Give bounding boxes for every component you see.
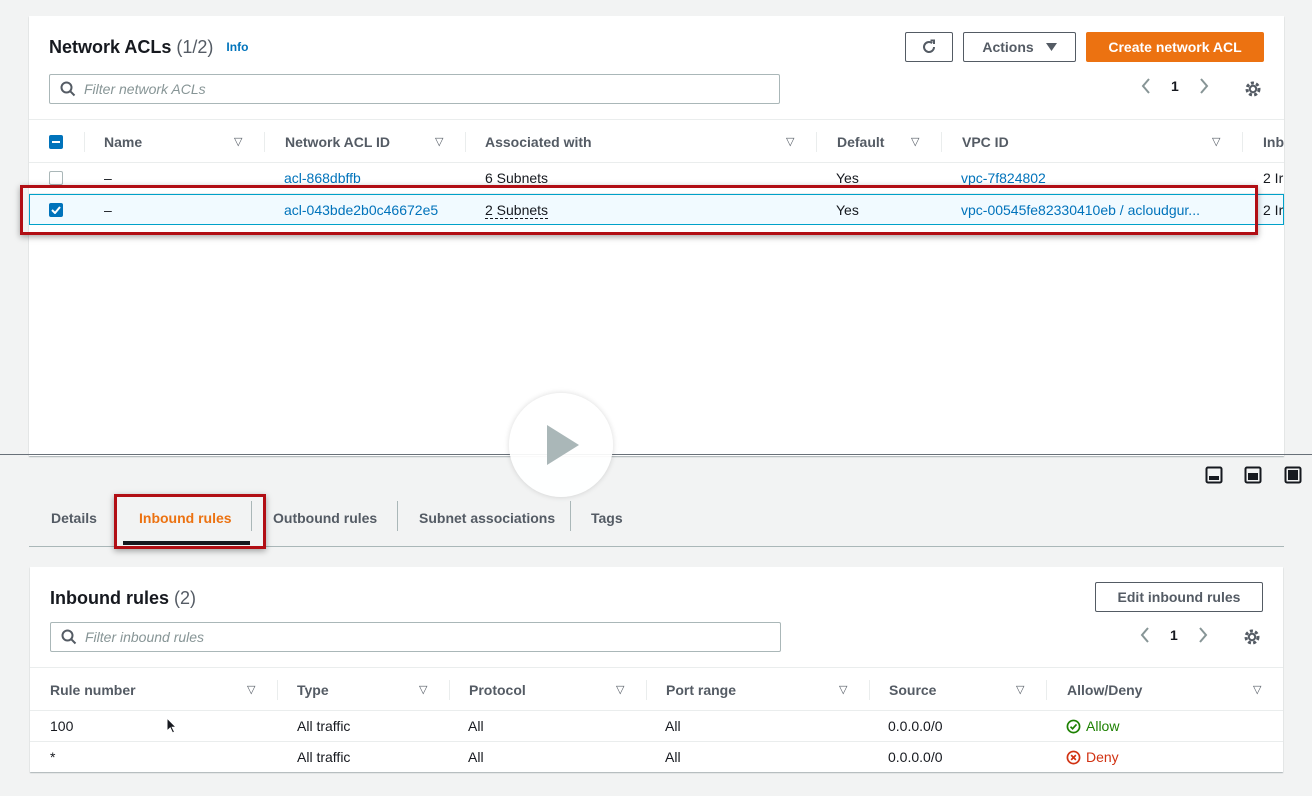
sort-icon[interactable]: ▽ — [1212, 120, 1220, 163]
col-allow-deny[interactable]: Allow/Deny — [1067, 668, 1142, 711]
acl-search-input[interactable]: Filter network ACLs — [49, 74, 780, 104]
rule-protocol: All — [468, 749, 484, 765]
col-port-range[interactable]: Port range — [666, 668, 736, 711]
rule-port-range: All — [665, 749, 681, 765]
row-inbound: 2 Ir — [1263, 170, 1284, 186]
tab-highlight-box — [114, 494, 266, 549]
inbound-title-text: Inbound rules — [50, 588, 169, 608]
rule-allow-deny: Allow — [1066, 711, 1119, 741]
col-associated[interactable]: Associated with — [485, 120, 592, 163]
deny-icon — [1066, 750, 1081, 764]
tab-outbound-rules[interactable]: Outbound rules — [273, 495, 377, 540]
rule-number: 100 — [50, 718, 74, 734]
page-number[interactable]: 1 — [1171, 78, 1179, 94]
sort-icon[interactable]: ▽ — [1253, 668, 1261, 711]
search-icon — [60, 81, 76, 97]
title-text: Network ACLs — [49, 37, 172, 57]
select-all-checkbox[interactable] — [49, 120, 63, 163]
panel-half-icon[interactable] — [1244, 466, 1262, 484]
network-acls-panel: Network ACLs (1/2) Info Actions Create n… — [29, 16, 1284, 456]
select-all-indeterminate — [49, 134, 63, 149]
table-row: * All traffic All All 0.0.0.0/0 Deny — [30, 742, 1283, 772]
col-vpc-id[interactable]: VPC ID — [962, 120, 1009, 163]
sort-icon[interactable]: ▽ — [616, 668, 624, 711]
actions-button[interactable]: Actions — [963, 32, 1076, 62]
rule-port-range: All — [665, 718, 681, 734]
col-protocol[interactable]: Protocol — [469, 668, 526, 711]
inbound-rules-table: Rule number ▽ Type ▽ Protocol ▽ Port ran… — [30, 667, 1283, 772]
sort-icon[interactable]: ▽ — [1016, 668, 1024, 711]
selection-count: (1/2) — [176, 37, 214, 57]
sort-icon[interactable]: ▽ — [247, 668, 255, 711]
create-network-acl-button[interactable]: Create network ACL — [1086, 32, 1264, 62]
inbound-rules-panel: Inbound rules (2) Edit inbound rules Fil… — [30, 567, 1283, 772]
rule-protocol: All — [468, 718, 484, 734]
panel-bottom-icon[interactable] — [1205, 466, 1223, 484]
pagination: 1 — [1141, 78, 1209, 94]
tab-subnet-associations[interactable]: Subnet associations — [419, 495, 555, 540]
sort-icon[interactable]: ▽ — [786, 120, 794, 163]
acl-search-placeholder: Filter network ACLs — [84, 81, 206, 97]
sort-icon[interactable]: ▽ — [911, 120, 919, 163]
chevron-right-icon[interactable] — [1199, 78, 1209, 94]
col-name[interactable]: Name — [104, 120, 142, 163]
split-panel-divider[interactable] — [0, 454, 1312, 455]
search-icon — [61, 629, 77, 645]
chevron-left-icon[interactable] — [1140, 627, 1150, 643]
rule-number: * — [50, 749, 56, 765]
sort-icon[interactable]: ▽ — [435, 120, 443, 163]
edit-inbound-rules-button[interactable]: Edit inbound rules — [1095, 582, 1263, 612]
sort-icon[interactable]: ▽ — [839, 668, 847, 711]
col-default[interactable]: Default — [837, 120, 884, 163]
refresh-icon — [923, 39, 935, 53]
inbound-title: Inbound rules (2) — [50, 588, 196, 609]
rule-source: 0.0.0.0/0 — [888, 749, 943, 765]
sort-icon[interactable]: ▽ — [234, 120, 242, 163]
row-highlight-box — [20, 185, 1258, 235]
info-link[interactable]: Info — [226, 40, 248, 54]
tab-details[interactable]: Details — [51, 495, 97, 540]
allow-label: Allow — [1086, 718, 1120, 734]
caret-down-icon — [1045, 43, 1057, 51]
page-number[interactable]: 1 — [1170, 627, 1178, 643]
panel-full-icon[interactable] — [1284, 466, 1302, 484]
play-icon — [547, 425, 579, 465]
chevron-right-icon[interactable] — [1198, 627, 1208, 643]
page-title: Network ACLs (1/2) Info — [49, 37, 248, 58]
mouse-cursor-icon — [166, 717, 178, 734]
gear-icon[interactable] — [1243, 79, 1263, 99]
inbound-count: (2) — [174, 588, 197, 608]
rule-type: All traffic — [297, 718, 351, 734]
inbound-pagination: 1 — [1140, 627, 1208, 643]
col-source[interactable]: Source — [889, 668, 936, 711]
rule-allow-deny: Deny — [1066, 742, 1119, 772]
table-row: 100 All traffic All All 0.0.0.0/0 Allow — [30, 711, 1283, 742]
inbound-search-placeholder: Filter inbound rules — [85, 629, 205, 645]
inbound-search-input[interactable]: Filter inbound rules — [50, 622, 781, 652]
chevron-left-icon[interactable] — [1141, 78, 1151, 94]
sort-icon[interactable]: ▽ — [419, 668, 427, 711]
col-acl-id[interactable]: Network ACL ID — [285, 120, 390, 163]
col-rule-number[interactable]: Rule number — [50, 668, 136, 711]
inbound-table-header: Rule number ▽ Type ▽ Protocol ▽ Port ran… — [30, 667, 1283, 711]
actions-label: Actions — [982, 39, 1034, 55]
allow-status: Allow — [1066, 718, 1119, 734]
rule-source: 0.0.0.0/0 — [888, 718, 943, 734]
tab-tags[interactable]: Tags — [591, 495, 623, 540]
deny-status: Deny — [1066, 749, 1119, 765]
col-inbound[interactable]: Inb — [1263, 120, 1284, 163]
video-play-button[interactable] — [509, 393, 613, 497]
deny-label: Deny — [1086, 749, 1119, 765]
col-type[interactable]: Type — [297, 668, 329, 711]
row-inbound: 2 Ir — [1263, 202, 1284, 218]
acl-table-header: Name ▽ Network ACL ID ▽ Associated with … — [29, 119, 1284, 163]
refresh-button[interactable] — [905, 32, 953, 62]
allow-icon — [1066, 719, 1081, 733]
gear-icon[interactable] — [1242, 627, 1262, 647]
rule-type: All traffic — [297, 749, 351, 765]
